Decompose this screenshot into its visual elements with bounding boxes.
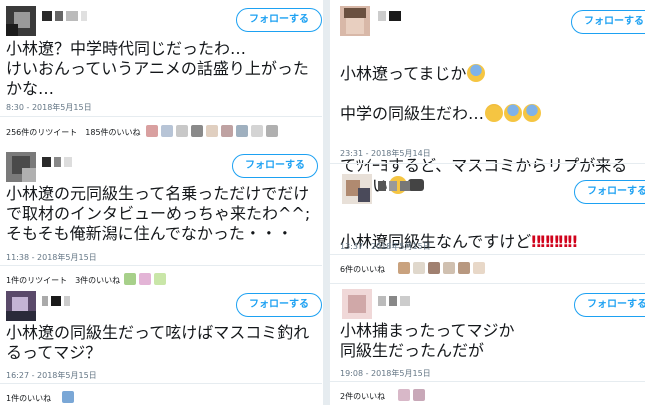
liker-avatars[interactable]: [124, 273, 166, 287]
divider: [330, 163, 645, 164]
avatar[interactable]: [342, 289, 372, 319]
tweet-timestamp[interactable]: 19:08 - 2018年5月15日: [340, 368, 431, 379]
liker-avatars[interactable]: [146, 125, 278, 139]
follow-button[interactable]: フォローする: [232, 154, 318, 178]
tweet-stats: 256件のリツイート 185件のいいね: [6, 127, 141, 138]
divider: [0, 383, 322, 384]
tweet-timestamp[interactable]: 16:27 - 2018年5月15日: [6, 370, 97, 381]
like-count[interactable]: 185件のいいね: [85, 127, 140, 138]
left-tweet-column: フォローする 小林遼？中学時代同じだったわ… けいおんっていうアニメの話盛り上が…: [0, 0, 322, 405]
follow-button[interactable]: フォローする: [574, 180, 645, 204]
tweet-timestamp[interactable]: 8:30 - 2018年5月15日: [6, 102, 92, 113]
tweet-timestamp[interactable]: 11:38 - 2018年5月15日: [6, 252, 97, 263]
tweet-text-line-1: 小林遼ってまじか: [340, 64, 467, 83]
like-count[interactable]: 2件のいいね: [340, 391, 385, 402]
divider: [0, 116, 322, 117]
divider: [330, 381, 645, 382]
display-name[interactable]: [42, 156, 72, 168]
tweet-stats: 1件のリツイート 3件のいいね: [6, 275, 120, 286]
tweet-stats: 6件のいいね: [340, 264, 385, 275]
tweet-timestamp[interactable]: 23:31 - 2018年5月14日: [340, 148, 431, 159]
liker-avatars[interactable]: [398, 389, 425, 403]
retweet-count[interactable]: 1件のリツイート: [6, 275, 67, 286]
tweet-text: 小林捕まったってマジか 同級生だったんだが: [340, 321, 515, 360]
follow-button[interactable]: フォローする: [574, 293, 645, 317]
display-name[interactable]: [42, 10, 87, 22]
liker-avatars[interactable]: [62, 391, 74, 405]
exclamation-marks: ‼‼‼‼‼: [531, 232, 577, 251]
follow-button[interactable]: フォローする: [236, 8, 322, 32]
avatar[interactable]: [342, 174, 372, 204]
display-name[interactable]: [378, 295, 410, 307]
tweet-stats: 2件のいいね: [340, 391, 385, 402]
right-tweet-column: フォローする 小林遼ってまじか 中学の同級生だわ… てﾂｲｰﾖするど、マスコミか…: [330, 0, 645, 405]
divider: [330, 283, 645, 284]
sad-sweat-face-emoji-icon: [485, 104, 504, 122]
divider: [0, 265, 322, 266]
screaming-face-emoji-icon: [523, 104, 542, 122]
tweet-card: フォローする 小林遼の元同級生って名乗っただけでだけで取材のインタビューめっちゃ…: [0, 146, 322, 287]
like-count[interactable]: 6件のいいね: [340, 264, 385, 275]
avatar[interactable]: [6, 6, 36, 36]
divider: [330, 254, 645, 255]
liker-avatars[interactable]: [398, 262, 485, 276]
follow-button[interactable]: フォローする: [236, 293, 322, 317]
tweet-card: フォローする 小林捕まったってマジか 同級生だったんだが 19:08 - 201…: [330, 285, 645, 405]
follow-button[interactable]: フォローする: [571, 10, 645, 34]
avatar[interactable]: [6, 291, 36, 321]
avatar[interactable]: [6, 152, 36, 182]
display-name[interactable]: [42, 295, 70, 307]
tweet-card: フォローする 小林遼ってまじか 中学の同級生だわ… てﾂｲｰﾖするど、マスコミか…: [330, 0, 645, 195]
tweet-stats: 1件のいいね: [6, 393, 51, 404]
fearful-face-emoji-icon: [467, 64, 486, 82]
like-count[interactable]: 1件のいいね: [6, 393, 51, 404]
display-name[interactable]: [378, 10, 401, 22]
tweet-text: 小林遼の同級生だって呟けばマスコミ釣れるってマジ？: [6, 323, 310, 362]
retweet-count[interactable]: 256件のリツイート: [6, 127, 77, 138]
tweet-card: フォローする 小林遼同級生なんですけど‼‼‼‼‼ 13:37 - 2018年5月…: [330, 166, 645, 281]
display-name[interactable]: [378, 180, 410, 192]
tweet-card: フォローする 小林遼？中学時代同じだったわ… けいおんっていうアニメの話盛り上が…: [0, 0, 322, 146]
avatar[interactable]: [340, 6, 370, 36]
tweet-text: 小林遼の元同級生って名乗っただけでだけで取材のインタビューめっちゃ来たわ^^; …: [6, 184, 311, 243]
tweet-text-line-2: 中学の同級生だわ…: [340, 104, 485, 123]
fearful-face-emoji-icon: [504, 104, 523, 122]
column-divider: [323, 0, 330, 405]
tweet-timestamp[interactable]: 13:37 - 2018年5月15日: [340, 241, 431, 252]
tweet-card: フォローする 小林遼の同級生だって呟けばマスコミ釣れるってマジ？ 16:27 -…: [0, 287, 322, 405]
tweet-text: 小林遼？中学時代同じだったわ… けいおんっていうアニメの話盛り上がったかな…: [6, 39, 309, 98]
like-count[interactable]: 3件のいいね: [75, 275, 120, 286]
